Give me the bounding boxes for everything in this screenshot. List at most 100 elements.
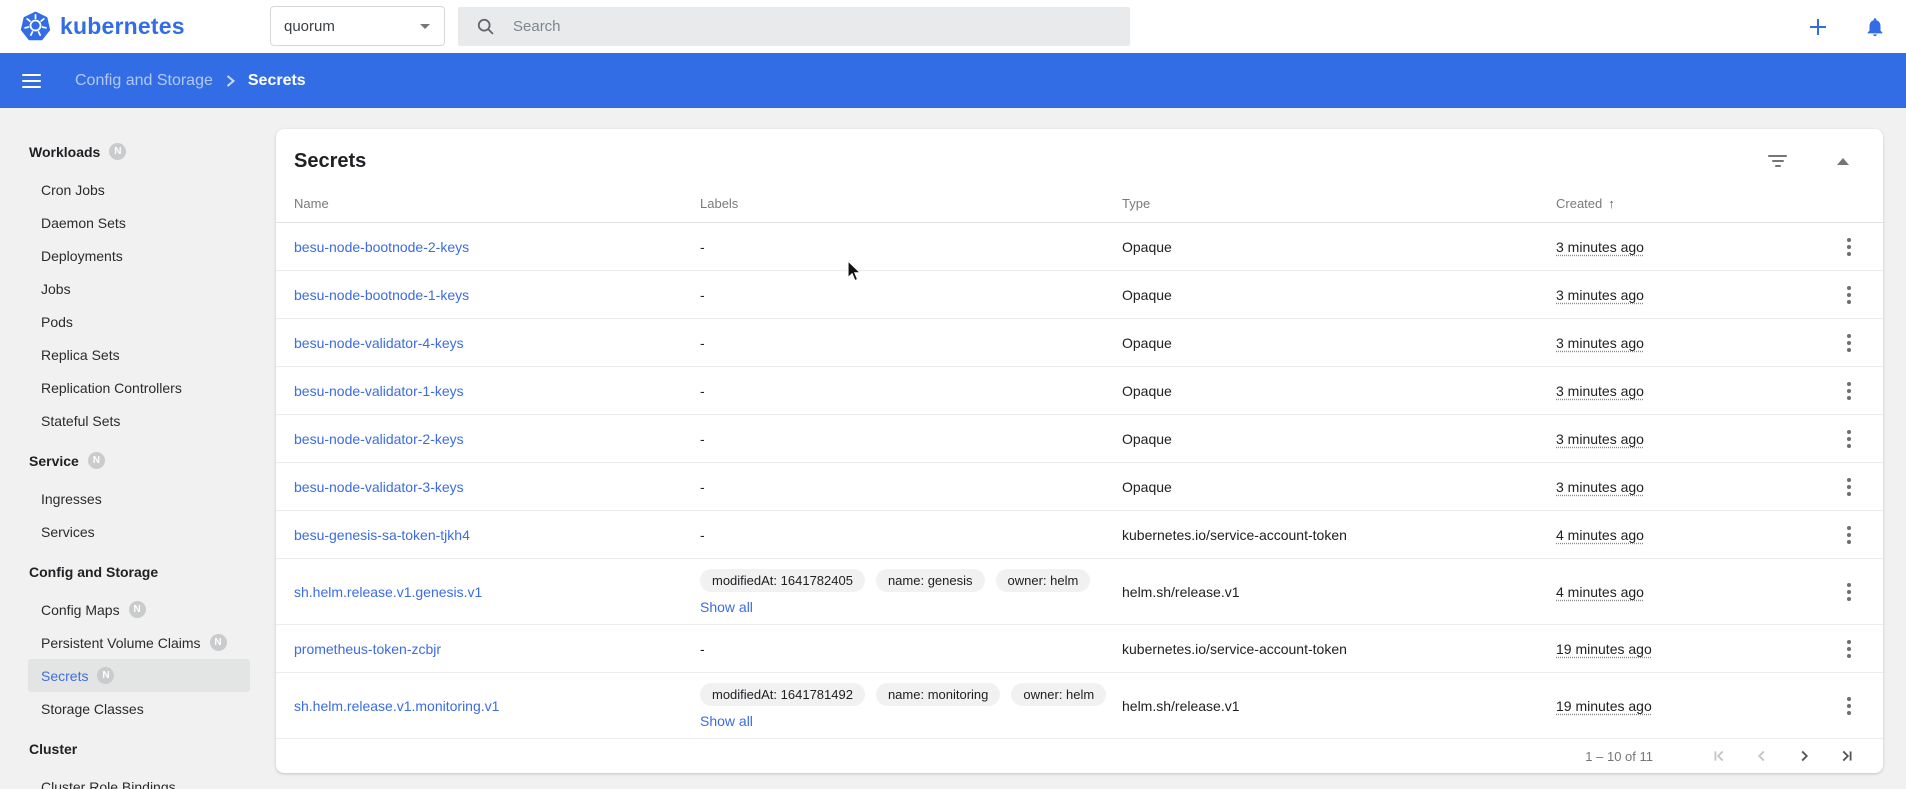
row-actions-button[interactable] xyxy=(1839,578,1859,606)
secret-name-link[interactable]: besu-node-validator-4-keys xyxy=(294,335,464,351)
sidebar-item-persistent-volume-claims[interactable]: Persistent Volume ClaimsN xyxy=(0,626,262,659)
row-actions-button[interactable] xyxy=(1839,377,1859,405)
sidebar-item-label: Cron Jobs xyxy=(41,182,105,198)
secret-name-link[interactable]: besu-node-bootnode-2-keys xyxy=(294,239,469,255)
secret-name-link[interactable]: sh.helm.release.v1.genesis.v1 xyxy=(294,584,482,600)
create-resource-button[interactable] xyxy=(1805,14,1831,40)
search-bar[interactable] xyxy=(458,7,1130,46)
previous-page-button[interactable] xyxy=(1741,741,1783,771)
row-actions-button[interactable] xyxy=(1839,692,1859,720)
pagination-range: 1 – 10 of 11 xyxy=(1585,749,1653,764)
sidebar-group-cluster[interactable]: Cluster xyxy=(0,732,262,765)
row-actions-button[interactable] xyxy=(1839,233,1859,261)
labels-cell: - xyxy=(700,431,1122,447)
sidebar-group-config-and-storage[interactable]: Config and Storage xyxy=(0,555,262,588)
table-row: besu-node-validator-2-keys-Opaque3 minut… xyxy=(276,415,1883,463)
first-page-button[interactable] xyxy=(1699,741,1741,771)
row-actions-button[interactable] xyxy=(1839,635,1859,663)
labels-cell: - xyxy=(700,335,1122,351)
collapse-card-button[interactable] xyxy=(1833,154,1853,169)
secret-name-link[interactable]: besu-node-validator-2-keys xyxy=(294,431,464,447)
row-menu-cell xyxy=(1781,281,1883,309)
sidebar-item-storage-classes[interactable]: Storage Classes xyxy=(0,692,262,725)
logo-wordmark: kubernetes xyxy=(60,13,185,40)
card-header: Secrets xyxy=(276,129,1883,185)
row-actions-button[interactable] xyxy=(1839,425,1859,453)
sidebar-item-label: Daemon Sets xyxy=(41,215,126,231)
sidebar-group-label: Service xyxy=(29,453,79,469)
secret-name-link[interactable]: besu-genesis-sa-token-tjkh4 xyxy=(294,527,470,543)
sidebar-group-label: Cluster xyxy=(29,741,77,757)
type-cell: kubernetes.io/service-account-token xyxy=(1122,641,1556,657)
row-actions-button[interactable] xyxy=(1839,521,1859,549)
secret-type: Opaque xyxy=(1122,383,1172,399)
labels-cell: - xyxy=(700,479,1122,495)
name-cell: besu-genesis-sa-token-tjkh4 xyxy=(276,527,700,543)
row-actions-button[interactable] xyxy=(1839,329,1859,357)
secret-name-link[interactable]: prometheus-token-zcbjr xyxy=(294,641,441,657)
row-menu-cell xyxy=(1781,377,1883,405)
sidebar-item-replica-sets[interactable]: Replica Sets xyxy=(0,338,262,371)
labels-cell: - xyxy=(700,287,1122,303)
search-input[interactable] xyxy=(513,18,1073,35)
secret-name-link[interactable]: besu-node-bootnode-1-keys xyxy=(294,287,469,303)
sidebar-item-pods[interactable]: Pods xyxy=(0,305,262,338)
label-chip: name: monitoring xyxy=(876,683,1000,706)
show-all-link[interactable]: Show all xyxy=(700,713,753,729)
first-page-icon xyxy=(1709,745,1731,767)
sidebar-item-cron-jobs[interactable]: Cron Jobs xyxy=(0,173,262,206)
sidebar-item-jobs[interactable]: Jobs xyxy=(0,272,262,305)
sidebar-item-label: Storage Classes xyxy=(41,701,144,717)
sidebar-item-replication-controllers[interactable]: Replication Controllers xyxy=(0,371,262,404)
breadcrumb-parent-link[interactable]: Config and Storage xyxy=(75,72,213,90)
sidebar-item-cluster-role-bindings[interactable]: Cluster Role Bindings xyxy=(0,770,262,789)
sidebar-group-service[interactable]: ServiceN xyxy=(0,444,262,477)
row-actions-button[interactable] xyxy=(1839,473,1859,501)
sidebar-item-stateful-sets[interactable]: Stateful Sets xyxy=(0,404,262,437)
row-actions-button[interactable] xyxy=(1839,281,1859,309)
label-chip: owner: helm xyxy=(996,569,1091,592)
labels-cell: modifiedAt: 1641781492name: monitoringow… xyxy=(700,683,1122,729)
column-header-created[interactable]: Created↑ xyxy=(1556,196,1781,211)
column-header-name[interactable]: Name xyxy=(276,196,700,211)
namespace-select[interactable]: quorum xyxy=(270,6,445,46)
kebab-vertical-dots-icon xyxy=(1847,430,1851,448)
sidebar-item-ingresses[interactable]: Ingresses xyxy=(0,482,262,515)
secret-type: helm.sh/release.v1 xyxy=(1122,584,1240,600)
created-time: 3 minutes ago xyxy=(1556,287,1644,303)
sidebar-item-daemon-sets[interactable]: Daemon Sets xyxy=(0,206,262,239)
table-row: besu-node-validator-4-keys-Opaque3 minut… xyxy=(276,319,1883,367)
sidebar-item-secrets[interactable]: SecretsN xyxy=(28,659,250,692)
filter-button[interactable] xyxy=(1764,151,1791,171)
secret-name-link[interactable]: besu-node-validator-1-keys xyxy=(294,383,464,399)
secret-type: kubernetes.io/service-account-token xyxy=(1122,641,1347,657)
show-all-link[interactable]: Show all xyxy=(700,599,753,615)
hamburger-menu-button[interactable] xyxy=(22,74,41,88)
secret-name-link[interactable]: besu-node-validator-3-keys xyxy=(294,479,464,495)
sidebar-group-workloads[interactable]: WorkloadsN xyxy=(0,135,262,168)
secret-name-link[interactable]: sh.helm.release.v1.monitoring.v1 xyxy=(294,698,499,714)
last-page-button[interactable] xyxy=(1825,741,1867,771)
created-time: 4 minutes ago xyxy=(1556,584,1644,600)
next-page-button[interactable] xyxy=(1783,741,1825,771)
kebab-vertical-dots-icon xyxy=(1847,334,1851,352)
sidebar-section: ServiceN IngressesServices xyxy=(0,444,262,548)
name-cell: sh.helm.release.v1.genesis.v1 xyxy=(276,584,700,600)
secrets-card: Secrets Name Labels Type Created↑ besu-n… xyxy=(276,129,1883,773)
column-header-labels: Labels xyxy=(700,196,1122,211)
sidebar-item-label: Jobs xyxy=(41,281,71,297)
kubernetes-logo[interactable]: kubernetes xyxy=(20,11,185,41)
labels-stack: modifiedAt: 1641782405name: genesisowner… xyxy=(700,569,1122,615)
sidebar-item-deployments[interactable]: Deployments xyxy=(0,239,262,272)
sidebar-item-config-maps[interactable]: Config MapsN xyxy=(0,593,262,626)
chevron-right-icon xyxy=(1793,745,1815,767)
table-row: besu-node-bootnode-1-keys-Opaque3 minute… xyxy=(276,271,1883,319)
notifications-button[interactable] xyxy=(1862,14,1888,40)
type-cell: Opaque xyxy=(1122,431,1556,447)
row-menu-cell xyxy=(1781,521,1883,549)
name-cell: prometheus-token-zcbjr xyxy=(276,641,700,657)
new-badge: N xyxy=(109,143,126,160)
sidebar-item-services[interactable]: Services xyxy=(0,515,262,548)
sidebar-nav: WorkloadsN Cron Jobs Daemon Sets Deployment… xyxy=(0,108,262,789)
labels-cell: modifiedAt: 1641782405name: genesisowner… xyxy=(700,569,1122,615)
